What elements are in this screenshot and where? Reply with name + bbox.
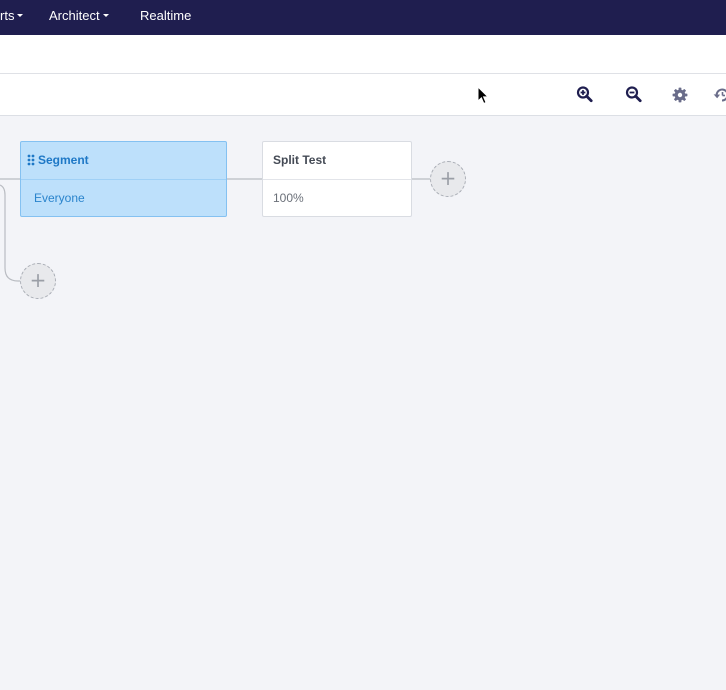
split-test-node[interactable]: Split Test 100%	[262, 141, 412, 217]
node-title: Segment	[38, 153, 89, 167]
nav-item-label: Architect	[49, 8, 100, 23]
node-value: Everyone	[34, 191, 85, 205]
zoom-in-button[interactable]	[574, 84, 596, 106]
zoom-in-icon	[576, 86, 593, 103]
workflow-canvas[interactable]: Segment Everyone Split Test 100% + +	[0, 116, 726, 690]
connector-line	[0, 184, 20, 282]
canvas-toolbar	[0, 74, 726, 116]
sub-header-bar	[0, 35, 726, 74]
add-step-button[interactable]: +	[430, 161, 466, 197]
node-title: Split Test	[273, 153, 327, 167]
settings-button[interactable]	[669, 84, 691, 106]
zoom-out-button[interactable]	[623, 84, 645, 106]
undo-icon	[713, 88, 726, 102]
top-nav: rts Architect Realtime	[0, 0, 726, 35]
zoom-out-icon	[625, 86, 642, 103]
add-branch-button[interactable]: +	[20, 263, 56, 299]
nav-item-reports[interactable]: rts	[0, 0, 24, 35]
chevron-down-icon	[17, 14, 24, 18]
drag-handle-icon[interactable]	[27, 154, 35, 166]
segment-node[interactable]: Segment Everyone	[20, 141, 227, 217]
node-header: Segment	[21, 142, 226, 180]
plus-icon: +	[439, 166, 457, 190]
chevron-down-icon	[102, 14, 109, 18]
mouse-cursor-icon	[477, 86, 489, 105]
nav-item-realtime[interactable]: Realtime	[140, 0, 191, 35]
node-header: Split Test	[263, 142, 411, 180]
gear-icon	[672, 87, 688, 103]
plus-icon: +	[29, 268, 47, 292]
nav-item-label: Realtime	[140, 8, 192, 23]
undo-button[interactable]	[710, 84, 726, 106]
node-value: 100%	[273, 191, 304, 205]
nav-item-architect[interactable]: Architect	[49, 0, 109, 35]
nav-item-label: rts	[0, 8, 15, 23]
